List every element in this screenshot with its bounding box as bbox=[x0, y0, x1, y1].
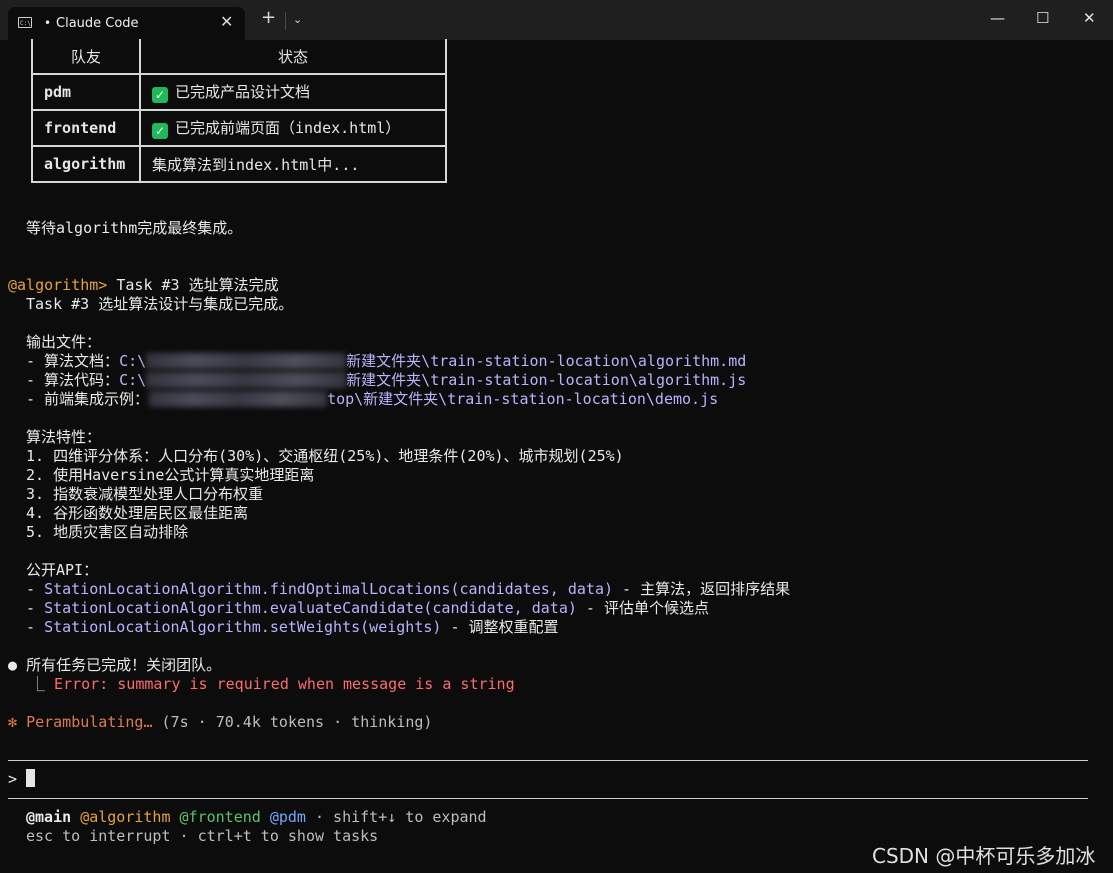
waiting-text: 等待algorithm完成最终集成。 bbox=[26, 219, 243, 237]
files-heading: 输出文件： bbox=[26, 333, 102, 351]
maximize-button[interactable]: ☐ bbox=[1036, 9, 1049, 27]
feature-item: 2. 使用Haversine公式计算真实地理距离 bbox=[26, 466, 315, 484]
features-heading: 算法特性： bbox=[26, 428, 102, 446]
prompt-input[interactable]: > bbox=[8, 769, 36, 789]
check-icon: ✓ bbox=[152, 87, 168, 103]
title-bar: C:\ • Claude Code ✕ + ⌄ — ☐ ✕ bbox=[0, 0, 1113, 40]
agent-algorithm[interactable]: @algorithm bbox=[80, 808, 170, 826]
status-text: 已完成前端页面（index.html） bbox=[175, 119, 401, 137]
expand-hint: · shift+↓ to expand bbox=[305, 808, 487, 826]
teammate-name: frontend bbox=[31, 109, 141, 147]
file-line: - 算法文档：C:\ 新建文件夹\train-station-location\a… bbox=[26, 352, 747, 370]
bullet-icon: ● bbox=[8, 656, 18, 674]
tab-title: Claude Code bbox=[56, 16, 139, 31]
tool-error-line: ⎿ Error: summary is required when messag… bbox=[30, 675, 515, 694]
redacted-path bbox=[146, 353, 347, 369]
teammate-name: pdm bbox=[31, 73, 141, 111]
chevron-down-icon[interactable]: ⌄ bbox=[293, 13, 302, 26]
minimize-button[interactable]: — bbox=[990, 9, 1005, 27]
close-window-button[interactable]: ✕ bbox=[1083, 9, 1096, 27]
titlebar-divider bbox=[285, 12, 286, 30]
feature-item: 3. 指数衰减模型处理人口分布权重 bbox=[26, 485, 264, 503]
redacted-path bbox=[146, 372, 347, 388]
column-header-teammate: 队友 bbox=[31, 39, 141, 75]
table-row: pdm ✓ 已完成产品设计文档 bbox=[31, 73, 447, 111]
agent-main[interactable]: @main bbox=[26, 808, 71, 826]
spinner-icon: ✻ bbox=[8, 713, 18, 731]
teammate-status: ✓ 已完成前端页面（index.html） bbox=[139, 109, 447, 147]
status-text: 已完成产品设计文档 bbox=[175, 83, 311, 101]
file-line: - 算法代码：C:\ 新建文件夹\train-station-location\a… bbox=[26, 371, 747, 389]
agent-frontend[interactable]: @frontend bbox=[180, 808, 261, 826]
branch-icon: ⎿ bbox=[30, 675, 46, 693]
redacted-path bbox=[149, 391, 328, 407]
table-row: frontend ✓ 已完成前端页面（index.html） bbox=[31, 109, 447, 147]
text-cursor bbox=[26, 769, 36, 787]
feature-item: 4. 谷形函数处理居民区最佳距离 bbox=[26, 504, 249, 522]
tool-call-line: ● 所有任务已完成！关闭团队。 bbox=[8, 656, 222, 674]
terminal-icon: C:\ bbox=[18, 17, 32, 28]
tab-close-icon[interactable]: ✕ bbox=[220, 12, 233, 31]
message-line: Task #3 选址算法设计与集成已完成。 bbox=[26, 295, 294, 313]
sender-label: @algorithm> bbox=[8, 276, 108, 294]
table-header-row: 队友 状态 bbox=[31, 39, 447, 75]
watermark: CSDN @中杯可乐多加冰 bbox=[872, 844, 1096, 868]
status-details: (7s · 70.4k tokens · thinking) bbox=[152, 713, 433, 731]
team-status-table: 队友 状态 pdm ✓ 已完成产品设计文档 frontend ✓ 已完成前端页面（i… bbox=[31, 39, 447, 183]
error-message: Error: summary is required when message … bbox=[54, 675, 515, 693]
teammate-name: algorithm bbox=[31, 145, 141, 183]
agent-pdm[interactable]: @pdm bbox=[270, 808, 306, 826]
check-icon: ✓ bbox=[152, 123, 168, 139]
status-label: Perambulating… bbox=[26, 713, 153, 731]
new-tab-button[interactable]: + bbox=[261, 9, 276, 27]
api-item: - StationLocationAlgorithm.evaluateCandi… bbox=[26, 599, 709, 617]
teammate-status: 集成算法到index.html中... bbox=[139, 145, 447, 183]
footer-agents: @main @algorithm @frontend @pdm · shift+… bbox=[26, 808, 487, 827]
table-row: algorithm 集成算法到index.html中... bbox=[31, 145, 447, 183]
prompt-bottom-border bbox=[8, 798, 1088, 799]
message-subject: Task #3 选址算法完成 bbox=[107, 276, 279, 294]
tab-modified-dot: • bbox=[44, 16, 52, 30]
api-item: - StationLocationAlgorithm.setWeights(we… bbox=[26, 618, 559, 636]
terminal-tab[interactable]: C:\ • Claude Code ✕ bbox=[8, 7, 245, 40]
status-line: ✻ Perambulating… (7s · 70.4k tokens · th… bbox=[8, 713, 432, 732]
prompt-symbol: > bbox=[8, 770, 18, 788]
api-item: - StationLocationAlgorithm.findOptimalLo… bbox=[26, 580, 791, 598]
api-heading: 公开API： bbox=[26, 561, 99, 579]
column-header-status: 状态 bbox=[139, 39, 447, 75]
message-header: @algorithm> Task #3 选址算法完成 bbox=[8, 276, 279, 295]
file-line: - 前端集成示例： top\新建文件夹\train-station-locatio… bbox=[26, 390, 719, 408]
teammate-status: ✓ 已完成产品设计文档 bbox=[139, 73, 447, 111]
footer-hints: esc to interrupt · ctrl+t to show tasks bbox=[26, 827, 379, 845]
prompt-top-border bbox=[8, 760, 1088, 761]
feature-item: 1. 四维评分体系：人口分布(30%)、交通枢纽(25%)、地理条件(20%)、… bbox=[26, 447, 624, 465]
feature-item: 5. 地质灾害区自动排除 bbox=[26, 523, 189, 541]
